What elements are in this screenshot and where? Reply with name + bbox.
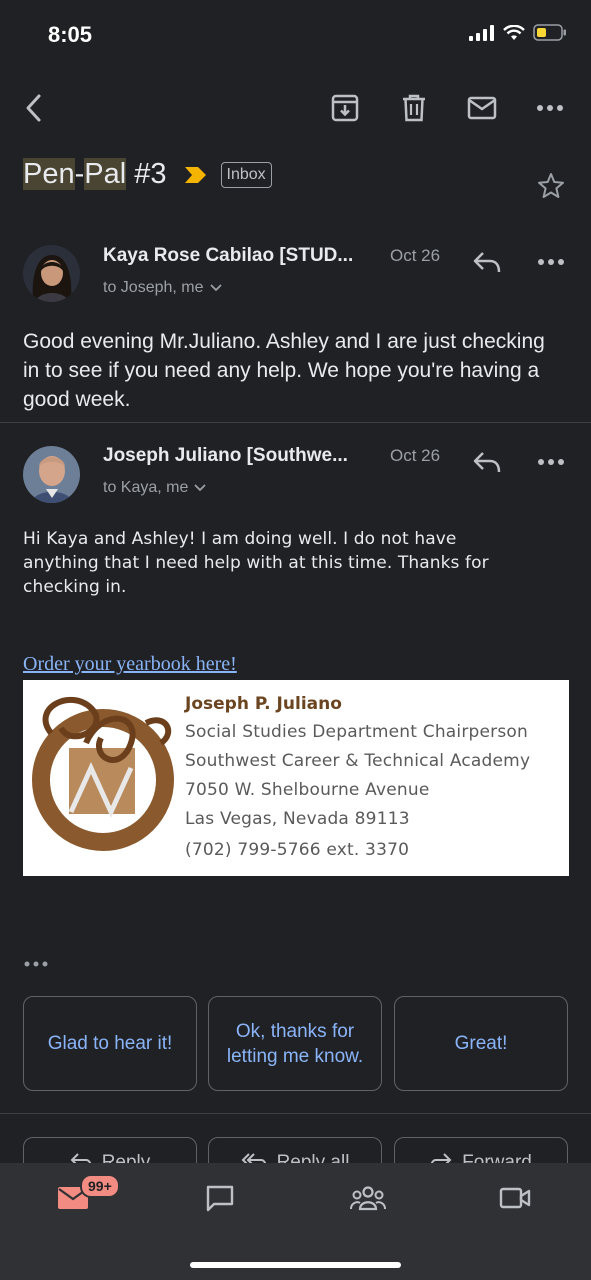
home-indicator[interactable]	[190, 1262, 401, 1268]
inbox-label-chip[interactable]: Inbox	[220, 161, 272, 188]
school-logo-icon	[32, 696, 174, 851]
star-button[interactable]	[537, 172, 565, 199]
subject-rest: #3	[126, 158, 167, 190]
message-body: Hi Kaya and Ashley! I am doing well. I d…	[23, 529, 489, 597]
subject-title: Pen-Pal #3	[23, 158, 167, 191]
people-icon	[350, 1186, 386, 1211]
signature-school: Southwest Career & Technical Academy	[185, 751, 531, 771]
signature-title: Social Studies Department Chairperson	[185, 722, 528, 742]
video-camera-icon	[499, 1187, 531, 1209]
recipients-text: to Kaya, me	[103, 479, 189, 496]
back-button[interactable]	[14, 88, 54, 128]
more-horizontal-icon	[538, 259, 564, 265]
mark-unread-button[interactable]	[462, 88, 502, 128]
archive-icon	[331, 94, 359, 122]
status-time: 8:05	[48, 22, 93, 47]
star-icon	[538, 173, 564, 198]
subject-line: Pen-Pal #3 Inbox	[23, 158, 272, 191]
yearbook-link[interactable]: Order your yearbook here!	[23, 653, 237, 676]
unread-badge: 99+	[80, 1174, 120, 1198]
avatar-photo	[23, 245, 80, 302]
nav-meet-tab[interactable]	[495, 1180, 535, 1216]
chevron-down-icon	[194, 484, 207, 492]
trash-icon	[403, 94, 425, 122]
message-body: Good evening Mr.Juliano. Ashley and I ar…	[23, 330, 545, 411]
signature-phone: (702) 799-5766 ext. 3370	[185, 840, 410, 860]
chevron-down-icon	[209, 284, 222, 292]
email-signature: Joseph P. Juliano Social Studies Departm…	[23, 680, 569, 876]
sender-avatar[interactable]	[23, 446, 80, 503]
smart-reply-button[interactable]: Glad to hear it!	[23, 996, 197, 1091]
message-more-button[interactable]	[538, 259, 564, 265]
message-more-button[interactable]	[538, 459, 564, 465]
message-divider	[0, 422, 591, 423]
nav-spaces-tab[interactable]	[348, 1180, 388, 1216]
signature-city: Las Vegas, Nevada 89113	[185, 809, 410, 829]
recipients-toggle[interactable]: to Kaya, me	[103, 479, 207, 497]
chat-icon	[206, 1185, 234, 1212]
reply-icon	[473, 452, 501, 473]
sender-name[interactable]: Kaya Rose Cabilao [STUD...	[103, 245, 353, 267]
message-date: Oct 26	[390, 246, 441, 265]
mail-icon	[467, 96, 497, 120]
subject-highlight-1: Pen	[23, 158, 75, 190]
status-icons	[469, 24, 567, 41]
more-horizontal-icon	[24, 961, 48, 967]
signal-icon	[469, 24, 494, 41]
signature-street: 7050 W. Shelbourne Avenue	[185, 780, 430, 800]
back-arrow-icon	[26, 94, 41, 122]
smart-reply-button[interactable]: Great!	[394, 996, 568, 1091]
wifi-icon	[503, 24, 525, 40]
sender-avatar[interactable]	[23, 245, 80, 302]
recipients-toggle[interactable]: to Joseph, me	[103, 279, 222, 297]
actions-divider	[0, 1113, 591, 1114]
subject-separator: -	[74, 158, 85, 190]
more-options-button[interactable]	[530, 88, 570, 128]
reply-button[interactable]	[472, 450, 502, 474]
reply-icon	[473, 252, 501, 273]
sender-name[interactable]: Joseph Juliano [Southwe...	[103, 445, 348, 467]
nav-chat-tab[interactable]	[200, 1180, 240, 1216]
important-marker-icon[interactable]	[183, 165, 209, 185]
battery-icon	[533, 24, 566, 41]
archive-button[interactable]	[325, 88, 365, 128]
reply-button[interactable]	[472, 250, 502, 274]
smart-reply-button[interactable]: Ok, thanks for letting me know.	[208, 996, 382, 1091]
recipients-text: to Joseph, me	[103, 279, 204, 296]
avatar-photo	[23, 446, 80, 503]
more-horizontal-icon	[538, 459, 564, 465]
signature-name: Joseph P. Juliano	[185, 694, 342, 714]
delete-button[interactable]	[394, 88, 434, 128]
more-horizontal-icon	[537, 105, 563, 111]
subject-highlight-2: Pal	[84, 158, 127, 190]
show-trimmed-button[interactable]	[24, 961, 50, 967]
message-date: Oct 26	[390, 446, 441, 465]
